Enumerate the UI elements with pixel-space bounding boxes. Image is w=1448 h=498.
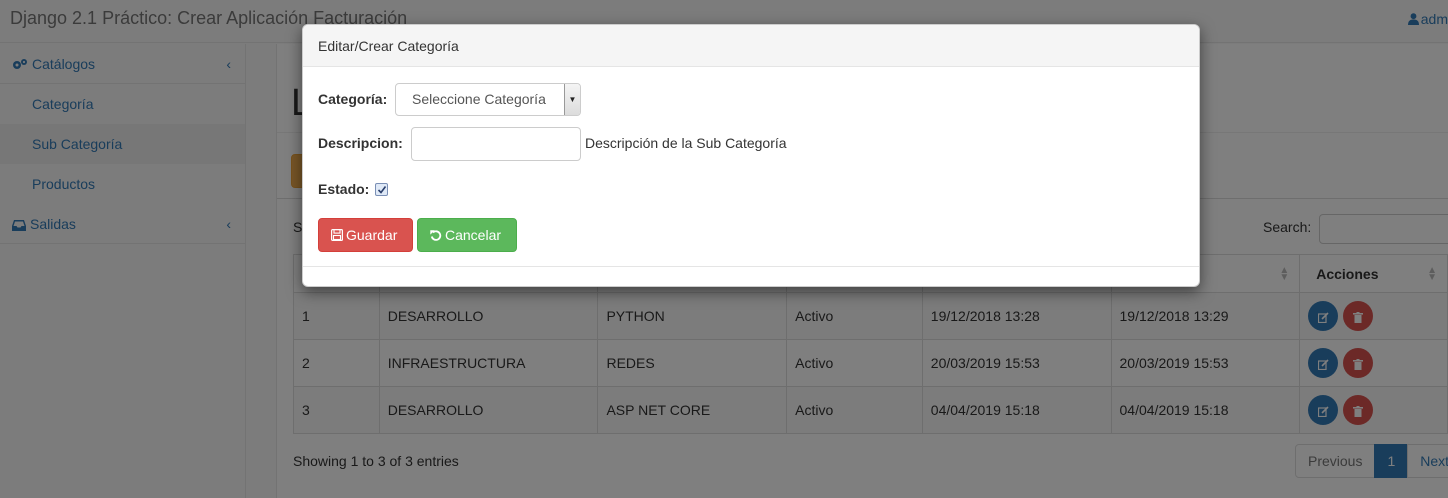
modal-body: Categoría: Seleccione Categoría ▼ Descri…	[303, 67, 1199, 267]
estado-checkbox[interactable]	[375, 183, 388, 196]
estado-label: Estado:	[318, 181, 370, 197]
modal-footer	[303, 266, 1199, 267]
descripcion-help-text: Descripción de la Sub Categoría	[585, 135, 787, 151]
modal-title: Editar/Crear Categoría	[303, 25, 1199, 67]
save-button-label: Guardar	[346, 227, 398, 243]
cancel-button-label: Cancelar	[445, 227, 502, 243]
descripcion-label: Descripcion:	[318, 135, 403, 151]
undo-icon	[430, 230, 442, 241]
categoria-selected-value: Seleccione Categoría	[412, 91, 546, 107]
save-button[interactable]: Guardar	[318, 218, 413, 252]
categoria-label: Categoría:	[318, 91, 388, 107]
categoria-select[interactable]: Seleccione Categoría ▼	[395, 83, 581, 116]
descripcion-input[interactable]	[411, 127, 581, 161]
edit-category-modal: Editar/Crear Categoría Categoría: Selecc…	[302, 24, 1200, 287]
checkmark-icon	[377, 186, 387, 194]
cancel-button[interactable]: Cancelar	[417, 218, 517, 252]
dropdown-arrow-icon[interactable]: ▼	[564, 84, 580, 115]
save-icon	[331, 229, 344, 242]
